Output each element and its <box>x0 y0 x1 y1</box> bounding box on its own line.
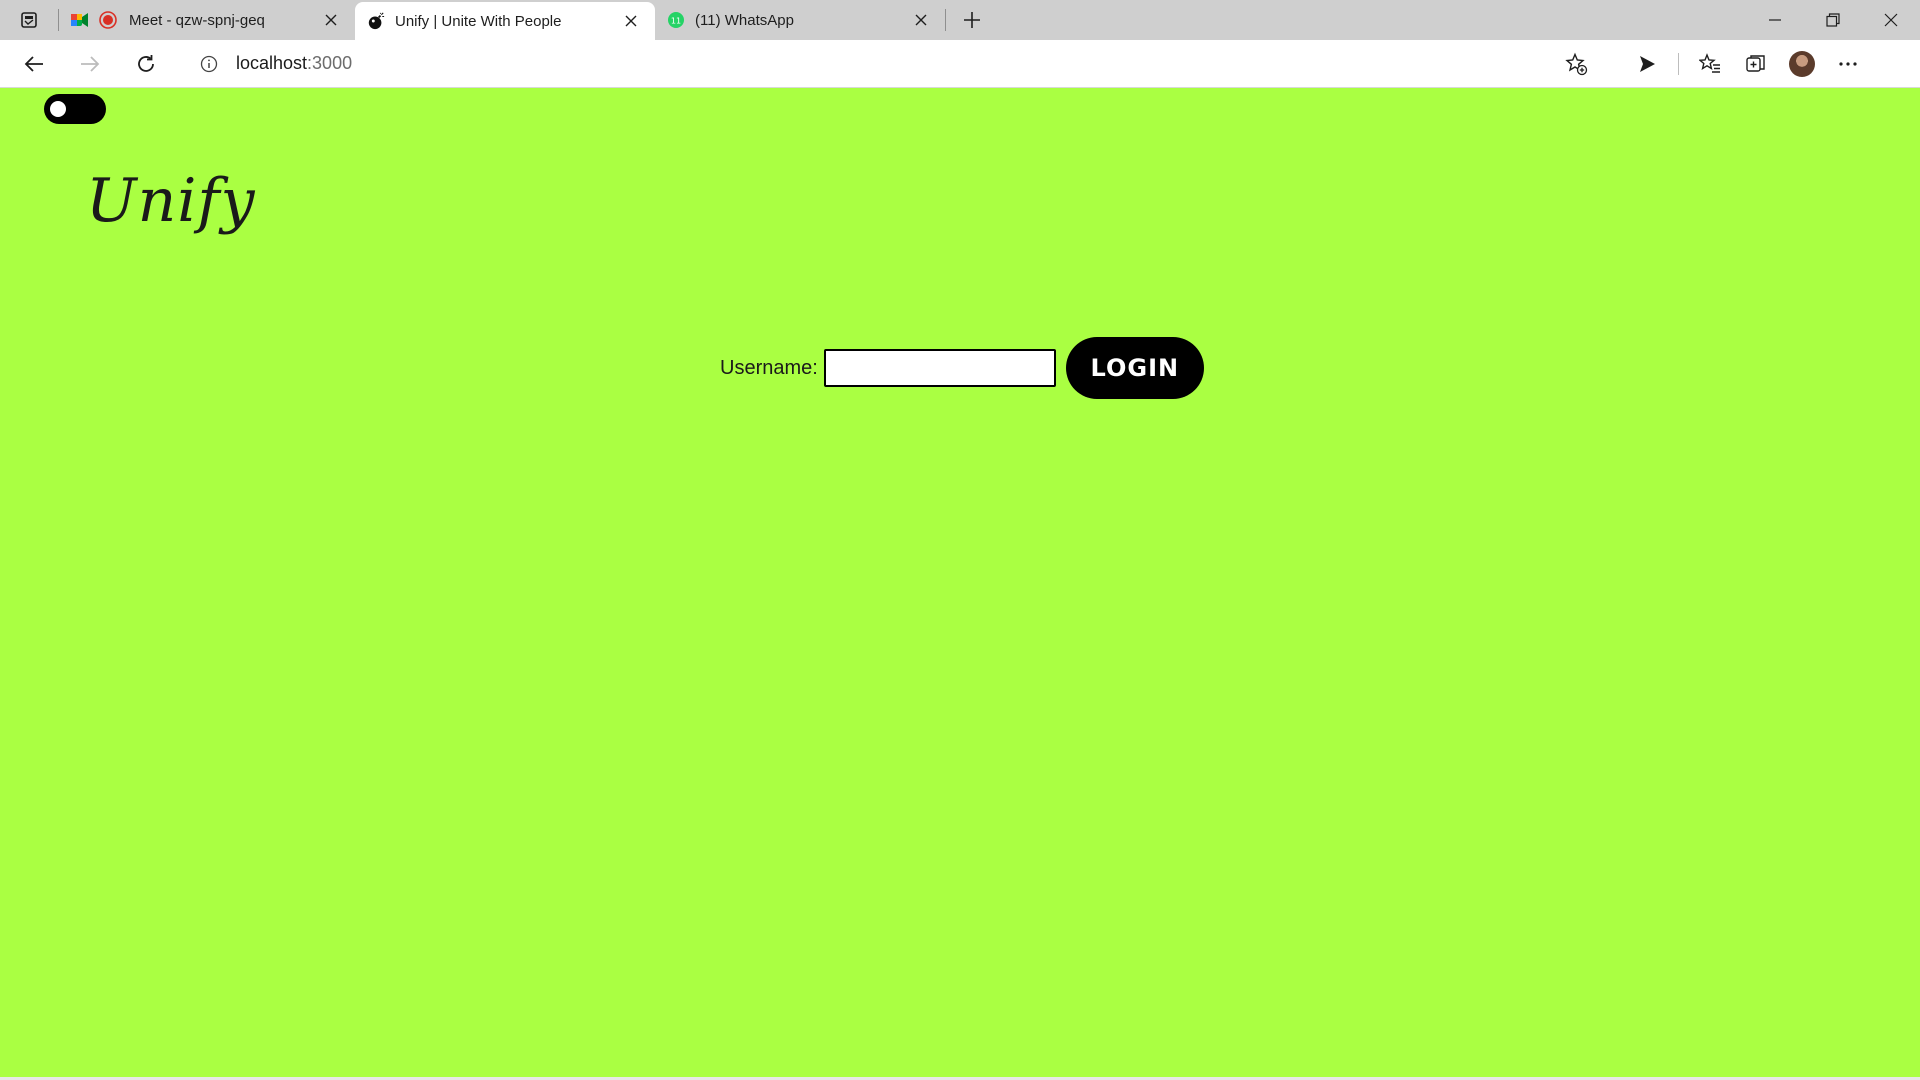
more-icon <box>1839 61 1857 66</box>
tab-title: Unify | Unite With People <box>395 12 562 30</box>
page-viewport: Unify Username: LOGIN <box>0 88 1920 1080</box>
add-favorite-icon[interactable] <box>1562 50 1590 78</box>
recording-icon <box>99 11 117 29</box>
refresh-button[interactable] <box>124 46 168 82</box>
tab-actions-button[interactable] <box>0 0 58 40</box>
tab-whatsapp[interactable]: 11 (11) WhatsApp <box>655 0 945 40</box>
site-info-icon[interactable] <box>198 53 220 75</box>
restore-button[interactable] <box>1804 0 1862 40</box>
arrow-right-icon <box>81 55 100 72</box>
forward-button[interactable] <box>68 46 112 82</box>
send-icon <box>1640 55 1655 72</box>
theme-toggle[interactable] <box>44 94 106 124</box>
send-tab-button[interactable] <box>1624 44 1670 84</box>
tab-strip: Meet - qzw-spnj-geq Unify | Unite With P… <box>0 0 1920 40</box>
refresh-icon <box>138 54 154 72</box>
brand-logo: Unify <box>86 166 256 236</box>
settings-menu-button[interactable] <box>1825 44 1871 84</box>
tab-meet[interactable]: Meet - qzw-spnj-geq <box>59 0 355 40</box>
login-button[interactable]: LOGIN <box>1065 337 1204 399</box>
browser-toolbar: localhost:3000 <box>0 40 1920 88</box>
svg-text:11: 11 <box>671 17 681 26</box>
favorites-button[interactable] <box>1687 44 1733 84</box>
whatsapp-icon: 11 <box>667 11 685 29</box>
restore-icon <box>1826 13 1840 27</box>
back-button[interactable] <box>12 46 56 82</box>
profile-button[interactable] <box>1779 44 1825 84</box>
minimize-button[interactable] <box>1746 0 1804 40</box>
toggle-knob <box>50 101 66 117</box>
login-form: Username: LOGIN <box>720 337 1204 399</box>
username-input[interactable] <box>823 349 1056 387</box>
bomb-icon <box>367 12 385 30</box>
address-bar[interactable]: localhost:3000 <box>184 45 1604 82</box>
username-label: Username: <box>720 356 818 379</box>
collections-button[interactable] <box>1733 44 1779 84</box>
close-window-button[interactable] <box>1862 0 1920 40</box>
tab-divider <box>945 9 946 31</box>
tab-title: Meet - qzw-spnj-geq <box>129 11 265 29</box>
favorites-icon <box>1699 52 1720 73</box>
tab-title: (11) WhatsApp <box>695 11 794 29</box>
minimize-icon <box>1769 19 1781 21</box>
close-icon <box>1884 13 1898 27</box>
url-host: localhost <box>236 53 308 73</box>
close-tab-icon[interactable] <box>621 11 641 31</box>
close-tab-icon[interactable] <box>911 10 931 30</box>
avatar <box>1789 50 1815 77</box>
plus-icon <box>964 12 980 28</box>
google-meet-icon <box>71 11 89 29</box>
window-controls <box>1746 0 1920 40</box>
url-port: :3000 <box>307 53 353 73</box>
tab-unify[interactable]: Unify | Unite With People <box>355 2 655 40</box>
tab-actions-icon <box>21 12 37 28</box>
collections-icon <box>1746 54 1765 72</box>
toolbar-actions <box>1624 44 1871 84</box>
toolbar-separator <box>1678 52 1679 75</box>
arrow-left-icon <box>24 55 43 72</box>
new-tab-button[interactable] <box>952 0 992 40</box>
close-tab-icon[interactable] <box>321 10 341 30</box>
